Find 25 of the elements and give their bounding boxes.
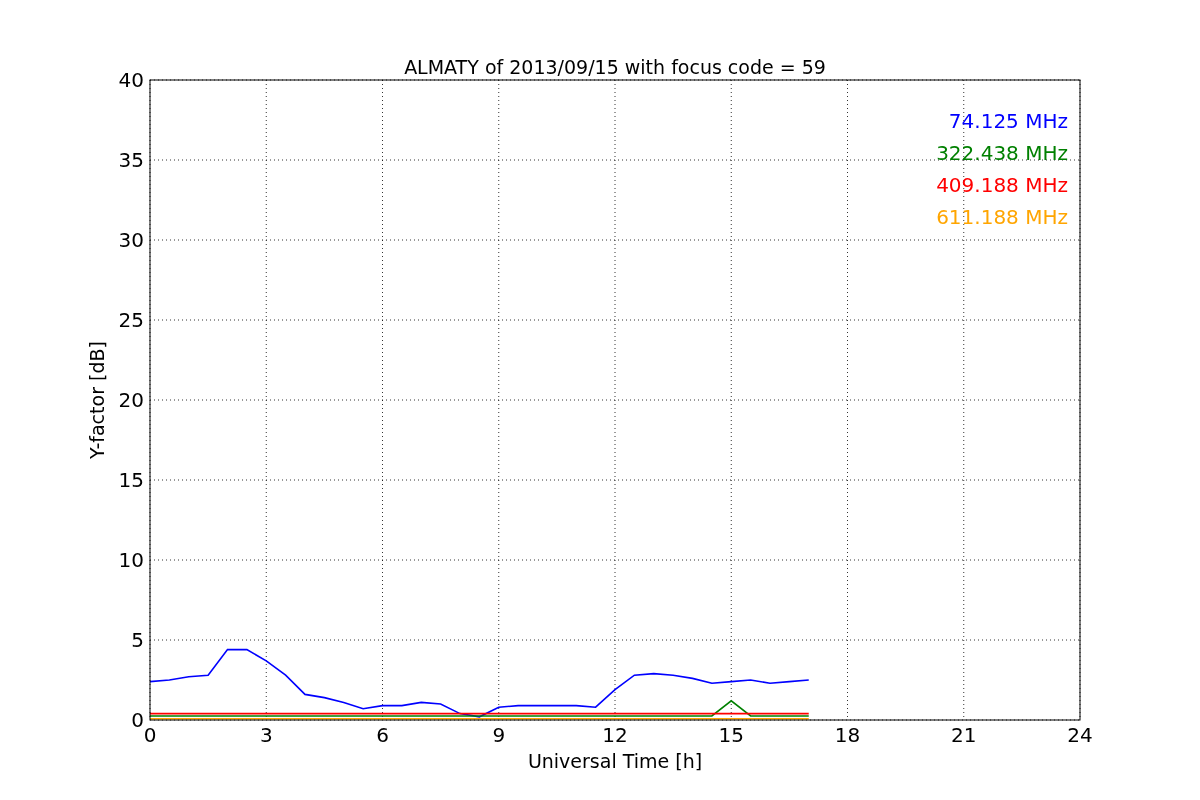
- tick-label: 25: [118, 308, 144, 332]
- tick-label: 10: [118, 548, 144, 572]
- tick-label: 5: [131, 628, 144, 652]
- tick-label: 6: [376, 723, 389, 747]
- tick-label: 24: [1067, 723, 1093, 747]
- tick-label: 3: [259, 723, 273, 747]
- legend-entry: 409.188 MHz: [936, 173, 1068, 197]
- tick-label: 18: [834, 723, 861, 747]
- tick-label: 15: [718, 723, 744, 747]
- tick-label: 9: [492, 723, 506, 747]
- tick-label: 35: [118, 148, 144, 172]
- legend-entry: 322.438 MHz: [936, 141, 1068, 165]
- axis-label: Y-factor [dB]: [86, 341, 108, 459]
- legend-entry: 74.125 MHz: [948, 109, 1068, 133]
- tick-label: 21: [951, 723, 977, 747]
- tick-label: 0: [131, 708, 144, 732]
- tick-label: 30: [118, 228, 144, 252]
- tick-label: 15: [118, 468, 144, 492]
- tick-label: 0: [143, 723, 157, 747]
- chart-title: ALMATY of 2013/09/15 with focus code = 59: [404, 56, 826, 78]
- axis-label: Universal Time [h]: [527, 750, 703, 772]
- tick-label: 12: [602, 723, 628, 747]
- tick-label: 40: [118, 68, 144, 92]
- tick-label: 20: [118, 388, 144, 412]
- legend-entry: 611.188 MHz: [936, 205, 1068, 229]
